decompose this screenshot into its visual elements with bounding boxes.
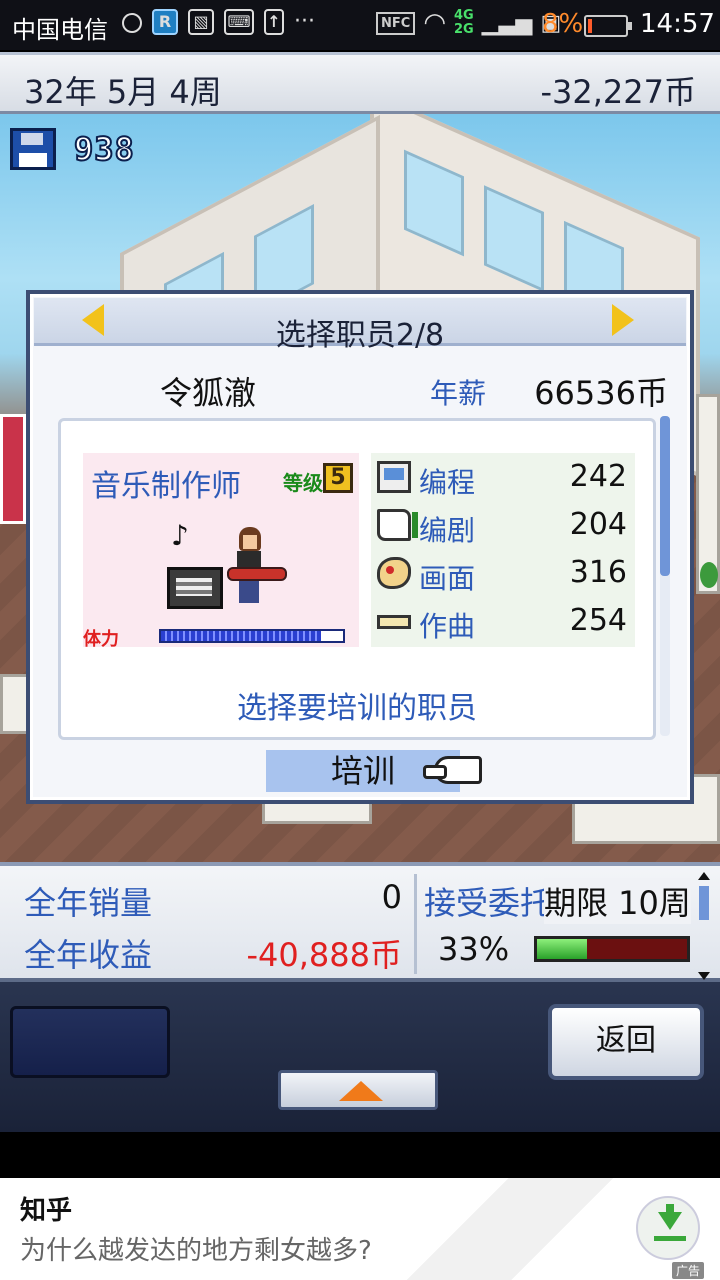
stamina-label: 体力: [83, 629, 119, 650]
staff-name: 令狐澈: [160, 374, 257, 412]
status-bar: 中国电信 R ▧ ⌨ ↑ ··· NFC ◠ 4G 2G ▁▃▅ ▣ 8% 14:…: [0, 0, 720, 50]
stat-row-graphics: 画面 316: [371, 549, 635, 597]
annual-revenue-value: -40,888币: [246, 936, 402, 974]
download-icon: [658, 1212, 682, 1230]
download-button[interactable]: [636, 1196, 700, 1260]
annual-sales-label: 全年销量: [24, 884, 153, 922]
wifi-icon: ◠: [423, 8, 446, 38]
r-app-icon: R: [152, 9, 178, 35]
keyboard-icon: ⌨: [224, 9, 254, 35]
next-arrow-icon[interactable]: [612, 304, 634, 336]
scroll-up-icon[interactable]: [698, 872, 710, 880]
expand-up-button[interactable]: [278, 1070, 438, 1110]
battery-icon: [584, 15, 632, 37]
stat-label: 作曲: [419, 610, 476, 643]
salary-value: 66536币: [534, 374, 668, 412]
info-scrollbar[interactable]: [696, 872, 712, 980]
status-icons-left: R ▧ ⌨ ↑ ···: [122, 9, 315, 35]
back-button[interactable]: 返回: [548, 1004, 704, 1080]
top-info-bar: 32年 5月 4周 -32,227币: [0, 52, 720, 114]
job-title: 音乐制作师: [91, 469, 241, 504]
stat-label: 编剧: [419, 514, 476, 547]
divider: [414, 874, 417, 974]
palette-icon: [377, 557, 411, 589]
salary-label: 年薪: [430, 377, 487, 410]
menu-button[interactable]: [10, 1006, 170, 1078]
deadline: 期限 10周: [544, 878, 691, 924]
scroll-down-icon[interactable]: [698, 972, 710, 980]
staff-portrait-card[interactable]: 音乐制作师 等级 5 ♪ 体力: [83, 453, 359, 650]
ad-title: 知乎: [20, 1196, 73, 1226]
clock: 14:57: [640, 9, 715, 39]
chat-bubble-icon: [122, 13, 142, 33]
window: [404, 149, 464, 257]
dialog-scrollbar[interactable]: [660, 416, 670, 736]
signal-icon: ▁▃▅: [481, 10, 533, 36]
battery-percent: 8%: [542, 9, 584, 39]
spacer: [0, 1132, 720, 1178]
control-area: 返回: [0, 982, 720, 1132]
level-label: 等级: [283, 471, 323, 495]
ad-tag: 广告: [672, 1262, 705, 1279]
stat-label: 画面: [419, 562, 476, 595]
stat-value: 254: [569, 603, 627, 638]
bookshelf: [0, 414, 26, 524]
computer-icon: [377, 461, 411, 493]
flute-icon: [377, 615, 411, 629]
stat-row-sound: 作曲 254: [371, 597, 635, 645]
network-type: 4G 2G: [454, 8, 474, 37]
up-arrow-icon: [339, 1081, 383, 1101]
game-date: 32年 5月 4周: [24, 73, 222, 111]
ad-text: 为什么越发达的地方剩女越多?: [20, 1236, 372, 1266]
book-icon: [377, 509, 418, 541]
annual-sales-value: 0: [381, 878, 402, 916]
commission-label: 接受委托: [424, 884, 553, 922]
image-icon: ▧: [188, 9, 214, 35]
amplifier-icon: [167, 567, 223, 609]
carrier-name: 中国电信: [12, 16, 108, 44]
guitar-icon: [227, 567, 287, 581]
save-count: 938: [73, 129, 135, 169]
window: [484, 185, 544, 293]
stat-value: 242: [569, 459, 627, 494]
dialog-header: 选择职员2/8: [34, 298, 686, 353]
progress-percent: 33%: [438, 930, 510, 968]
stamina-bar: [159, 629, 345, 643]
dialog-title: 选择职员2/8: [275, 318, 445, 353]
status-icons-right: NFC ◠ 4G 2G ▁▃▅ ▣: [376, 8, 561, 38]
upload-icon: ↑: [264, 9, 284, 35]
stats-panel: 编程 242 编剧 204 画面 316 作曲 254: [371, 453, 635, 647]
stat-value: 204: [569, 507, 627, 542]
nfc-icon: NFC: [376, 11, 416, 35]
bottom-info-panel: 全年销量 0 全年收益 -40,888币 接受委托 期限 10周 33%: [0, 862, 720, 982]
stat-row-programming: 编程 242: [371, 453, 635, 501]
stat-row-scenario: 编剧 204: [371, 501, 635, 549]
train-prompt: 选择要培训的职员: [237, 691, 477, 726]
stat-value: 316: [569, 555, 627, 590]
annual-revenue-label: 全年收益: [24, 936, 153, 974]
music-note-icon: ♪: [171, 519, 189, 552]
progress-bar: [534, 936, 690, 962]
funds: -32,227币: [540, 73, 696, 111]
plant: [700, 562, 718, 588]
pointing-hand-icon: [423, 756, 482, 784]
staff-card-panel: 音乐制作师 等级 5 ♪ 体力 编程 242 编剧 204 画面 316 作曲 …: [58, 418, 656, 740]
level-badge: 5: [323, 463, 353, 493]
more-dots-icon: ···: [294, 9, 315, 34]
select-staff-dialog: 选择职员2/8 令狐澈 年薪 66536币 音乐制作师 等级 5 ♪ 体力 编程…: [26, 290, 694, 804]
save-disk-icon[interactable]: [10, 128, 56, 170]
stat-label: 编程: [419, 466, 476, 499]
ad-banner[interactable]: 知乎 为什么越发达的地方剩女越多?: [0, 1178, 720, 1280]
